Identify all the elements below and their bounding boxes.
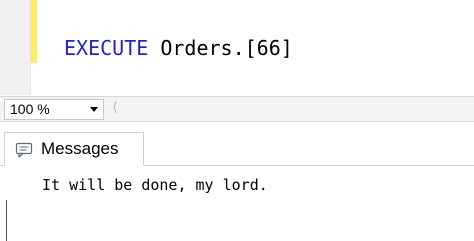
zoom-value: 100 % [10,101,50,117]
editor-gutter [0,0,31,95]
editor-status-strip: 100 % ⟨ [0,96,474,122]
code-line[interactable]: EXECUTE Orders.[66] [64,34,293,62]
tab-messages[interactable]: Messages [4,132,144,166]
sql-keyword: EXECUTE [64,36,149,60]
sql-statement-text: Orders.[66] [148,36,293,60]
messages-pane[interactable]: It will be done, my lord. [0,167,474,241]
pane-left-edge [6,200,7,241]
tab-messages-label: Messages [41,139,119,158]
chevron-down-icon[interactable] [90,107,98,112]
messages-icon [15,142,33,158]
change-tracking-bar [31,0,37,63]
query-editor[interactable]: EXECUTE Orders.[66] [0,0,474,95]
scroll-left-icon[interactable]: ⟨ [109,100,121,116]
zoom-select[interactable]: 100 % [4,99,104,120]
results-tab-bar: Messages [0,122,474,167]
message-text: It will be done, my lord. [42,176,268,194]
